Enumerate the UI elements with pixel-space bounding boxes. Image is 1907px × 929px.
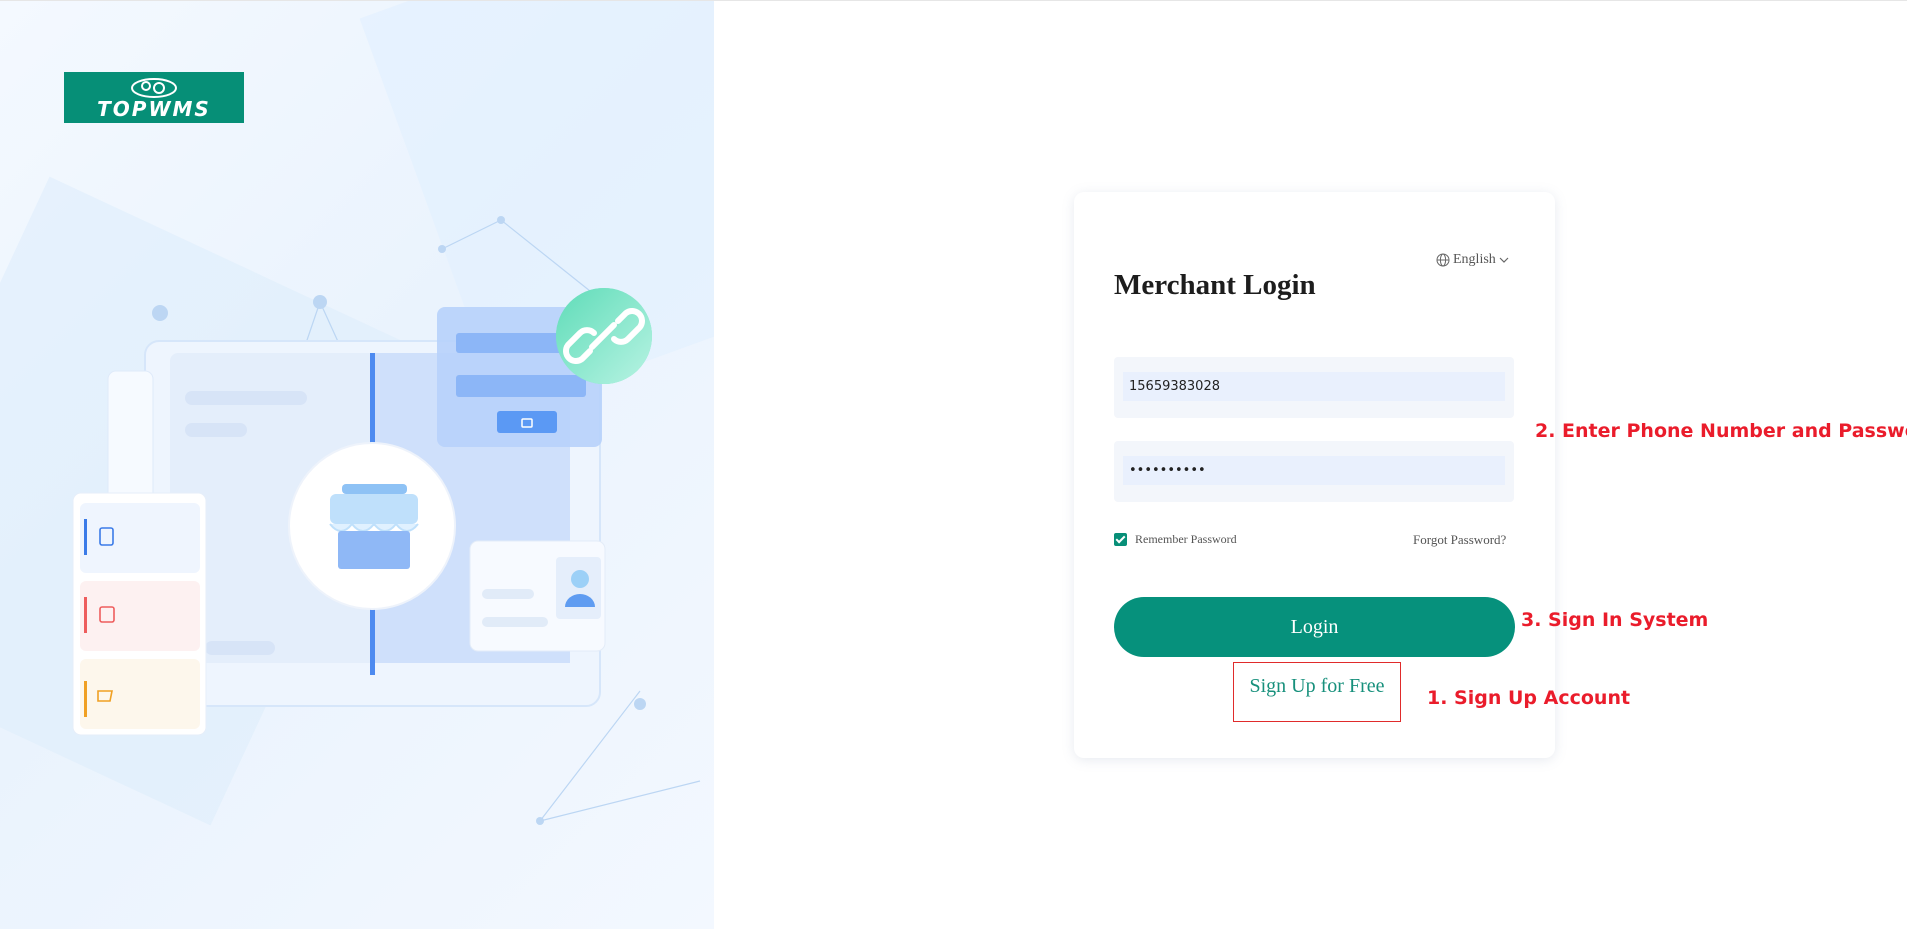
page-title: Merchant Login [1114, 269, 1316, 301]
topwms-logo: TOPWMS [64, 72, 244, 123]
hero-illustration-panel: TOPWMS [0, 1, 714, 929]
remember-checkbox[interactable] [1114, 533, 1127, 546]
phone-input[interactable] [1123, 372, 1505, 401]
annotation-step3: 3. Sign In System [1521, 609, 1709, 631]
signup-link[interactable]: Sign Up for Free [1233, 675, 1401, 698]
logo-text: TOPWMS [97, 97, 211, 121]
remember-password[interactable]: Remember Password [1114, 532, 1237, 547]
password-field [1114, 441, 1514, 502]
language-label: English [1453, 252, 1496, 267]
chevron-down-icon [1499, 257, 1509, 263]
language-selector[interactable]: English [1436, 252, 1509, 268]
password-input[interactable] [1123, 456, 1505, 485]
annotation-step1: 1. Sign Up Account [1427, 687, 1631, 709]
elephant-logo-icon [131, 78, 177, 98]
warehouse-illustration [72, 216, 701, 825]
login-button[interactable]: Login [1114, 597, 1515, 657]
remember-label: Remember Password [1135, 532, 1237, 546]
globe-icon [1436, 253, 1450, 267]
phone-field [1114, 357, 1514, 418]
forgot-password-link[interactable]: Forgot Password? [1413, 532, 1506, 548]
annotation-step2: 2. Enter Phone Number and Password [1535, 420, 1907, 442]
